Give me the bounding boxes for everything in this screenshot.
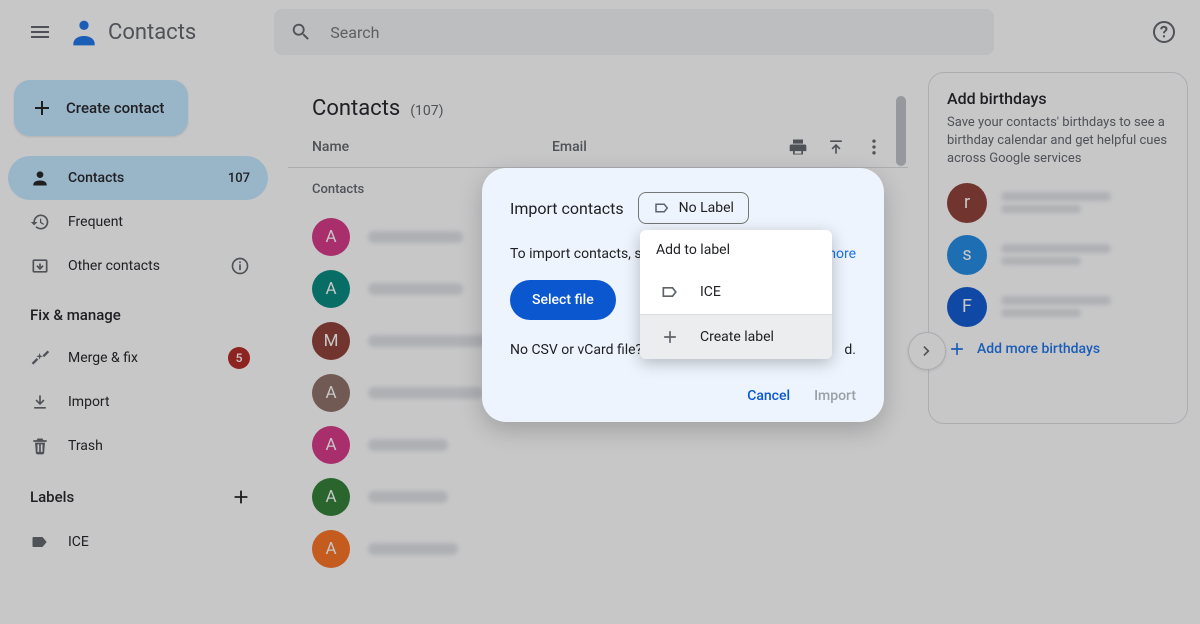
dropdown-item-ice[interactable]: ICE bbox=[640, 270, 832, 314]
label-chip[interactable]: No Label bbox=[638, 192, 749, 224]
dialog-text-2a: No CSV or vCard file? bbox=[510, 342, 642, 358]
dialog-title: Import contacts bbox=[510, 199, 624, 218]
label-outline-icon bbox=[653, 199, 671, 217]
label-outline-icon bbox=[660, 282, 680, 302]
cancel-button[interactable]: Cancel bbox=[747, 388, 790, 404]
dialog-text-2b: d. bbox=[844, 342, 856, 358]
label-dropdown: Add to label ICE Create label bbox=[640, 230, 832, 359]
dialog-text-1: To import contacts, se bbox=[510, 246, 649, 262]
plus-icon bbox=[660, 327, 680, 347]
dropdown-create-label[interactable]: Create label bbox=[640, 315, 832, 359]
select-file-button[interactable]: Select file bbox=[510, 280, 616, 320]
dropdown-heading: Add to label bbox=[640, 230, 832, 270]
import-button[interactable]: Import bbox=[814, 388, 856, 404]
